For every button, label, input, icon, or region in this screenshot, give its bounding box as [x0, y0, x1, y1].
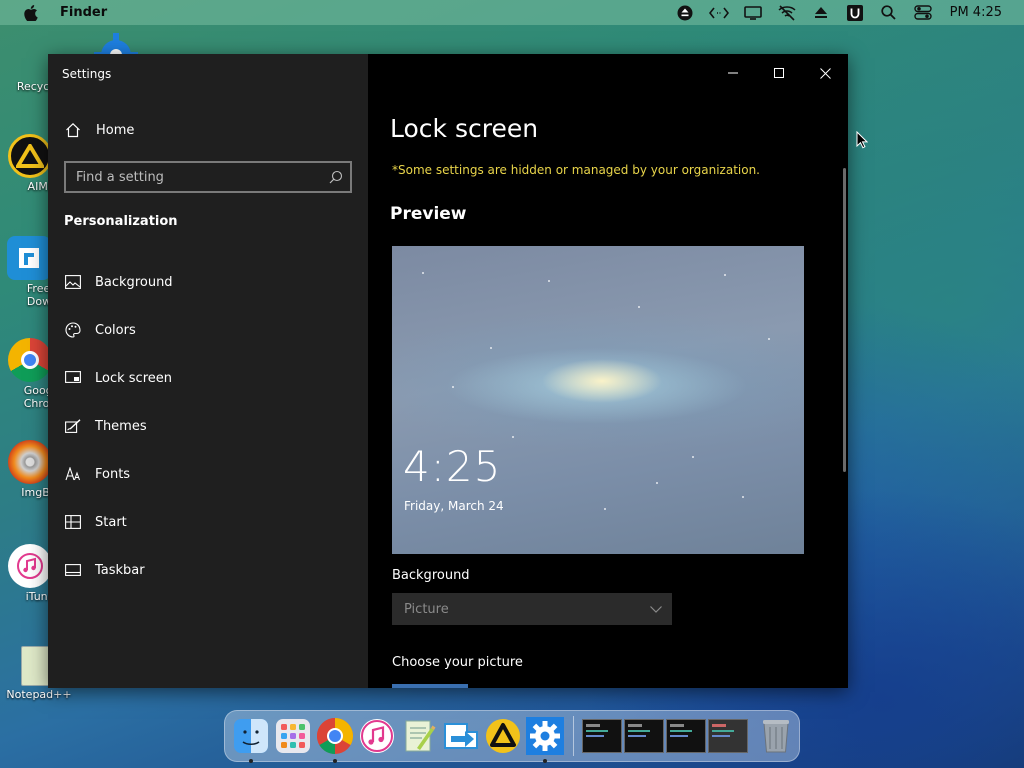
dock-aimp[interactable]: [483, 716, 523, 756]
dock-minimized-window-3[interactable]: [666, 719, 706, 753]
sidebar-item-label: Lock screen: [95, 370, 172, 386]
page-title: Lock screen: [390, 114, 539, 143]
trash-icon: [763, 720, 789, 753]
settings-search-box[interactable]: [64, 161, 352, 193]
org-managed-note[interactable]: *Some settings are hidden or managed by …: [392, 163, 760, 177]
window-title: Settings: [62, 67, 112, 81]
search-icon[interactable]: [322, 170, 350, 184]
main-scrollbar[interactable]: [843, 168, 846, 472]
lock-screen-icon: [64, 369, 82, 387]
itunes-icon: [360, 719, 394, 753]
sidebar-item-label: Start: [95, 514, 127, 530]
sidebar-item-start[interactable]: Start: [48, 498, 368, 546]
sidebar-item-label: Colors: [95, 322, 136, 338]
settings-main-pane: Lock screen *Some settings are hidden or…: [368, 54, 848, 688]
preview-date: Friday, March 24: [404, 499, 504, 513]
google-chrome-icon: [8, 338, 52, 382]
chrome-icon: [316, 718, 354, 754]
background-label: Background: [392, 568, 470, 583]
nav-home[interactable]: Home: [64, 118, 134, 142]
aimp-icon: [486, 719, 520, 753]
menubar-clock[interactable]: PM 4:25: [950, 5, 1002, 20]
lock-screen-preview: 4:25 Friday, March 24: [392, 246, 804, 554]
sidebar-item-taskbar[interactable]: Taskbar: [48, 546, 368, 594]
choose-picture-label: Choose your picture: [392, 655, 523, 670]
dock-minimized-window-1[interactable]: [582, 719, 622, 753]
minimize-button[interactable]: [710, 54, 756, 92]
background-type-dropdown[interactable]: Picture: [392, 593, 672, 625]
display-icon[interactable]: [736, 0, 770, 25]
fonts-icon: [64, 465, 82, 483]
dock-itunes[interactable]: [357, 716, 397, 756]
itunes-icon: [8, 544, 52, 588]
sidebar-item-label: Taskbar: [95, 562, 145, 578]
sidebar-item-background[interactable]: Background: [48, 258, 368, 306]
desktop-settings-icon[interactable]: [93, 32, 139, 56]
themes-icon: [64, 417, 82, 435]
dock-settings[interactable]: [525, 716, 565, 763]
background-type-value: Picture: [404, 601, 449, 617]
dock-free-download-manager[interactable]: [441, 716, 481, 756]
chevron-down-icon: [640, 605, 672, 613]
imgburn-icon: [8, 440, 52, 484]
sidebar-item-fonts[interactable]: Fonts: [48, 450, 368, 498]
palette-icon: [64, 321, 82, 339]
desktop-icon-google-chrome[interactable]: Goog Chron: [6, 338, 56, 410]
picture-icon: [64, 273, 82, 291]
dock-launchpad[interactable]: [273, 716, 313, 756]
dock-finder[interactable]: [231, 716, 271, 763]
settings-gear-icon: [526, 717, 564, 755]
nav-home-label: Home: [96, 122, 135, 138]
preview-clock: 4:25: [403, 442, 502, 491]
settings-sidebar: Settings Home Personalization Background: [48, 54, 368, 688]
sidebar-item-label: Background: [95, 274, 173, 290]
picture-thumbnail[interactable]: [392, 684, 468, 688]
personalization-nav: Background Colors Lock screen Themes Fon…: [48, 258, 368, 594]
sidebar-item-label: Fonts: [95, 466, 131, 482]
desktop-icon-aimp[interactable]: AIMP: [6, 134, 54, 193]
active-app-name[interactable]: Finder: [60, 5, 107, 20]
dock: [224, 710, 800, 763]
home-icon: [64, 121, 82, 139]
desktop-icon-free-download[interactable]: Free Downl: [6, 236, 61, 308]
sidebar-item-lock-screen[interactable]: Lock screen: [48, 354, 368, 402]
settings-window: Settings Home Personalization Background: [48, 54, 848, 688]
window-controls: [710, 54, 848, 92]
dock-trash[interactable]: [756, 716, 796, 756]
eject-circle-icon[interactable]: [668, 0, 702, 25]
maximize-button[interactable]: [756, 54, 802, 92]
close-button[interactable]: [802, 54, 848, 92]
start-icon: [64, 513, 82, 531]
eject-icon[interactable]: [804, 0, 838, 25]
launchpad-icon: [276, 719, 310, 753]
notepadpp-icon: [405, 720, 436, 752]
menu-bar: Finder PM 4:25: [0, 0, 1024, 25]
sidebar-item-themes[interactable]: Themes: [48, 402, 368, 450]
finder-icon: [234, 719, 268, 753]
dock-notepadpp[interactable]: [399, 716, 439, 756]
desktop-icon-imgburn[interactable]: ImgBu: [6, 440, 57, 499]
dock-chrome[interactable]: [315, 716, 355, 763]
free-download-manager-icon: [444, 723, 478, 749]
sidebar-item-colors[interactable]: Colors: [48, 306, 368, 354]
sidebar-item-label: Themes: [95, 418, 147, 434]
preview-heading: Preview: [390, 204, 467, 224]
dock-minimized-window-4[interactable]: [708, 719, 748, 753]
control-center-icon[interactable]: [906, 0, 940, 25]
search-icon[interactable]: [872, 0, 906, 25]
apple-icon[interactable]: [22, 4, 40, 21]
wifi-off-icon[interactable]: [770, 0, 804, 25]
code-arrows-icon[interactable]: [702, 0, 736, 25]
free-download-manager-icon: [7, 236, 51, 280]
settings-search-input[interactable]: [66, 163, 322, 191]
aimp-icon: [8, 134, 52, 178]
desktop-icon-itunes[interactable]: iTune: [6, 544, 54, 603]
u-badge-icon[interactable]: [838, 0, 872, 25]
section-title-personalization: Personalization: [64, 214, 178, 229]
mouse-cursor-icon: [856, 130, 869, 153]
dock-separator: [573, 716, 574, 756]
taskbar-icon: [64, 561, 82, 579]
dock-minimized-window-2[interactable]: [624, 719, 664, 753]
